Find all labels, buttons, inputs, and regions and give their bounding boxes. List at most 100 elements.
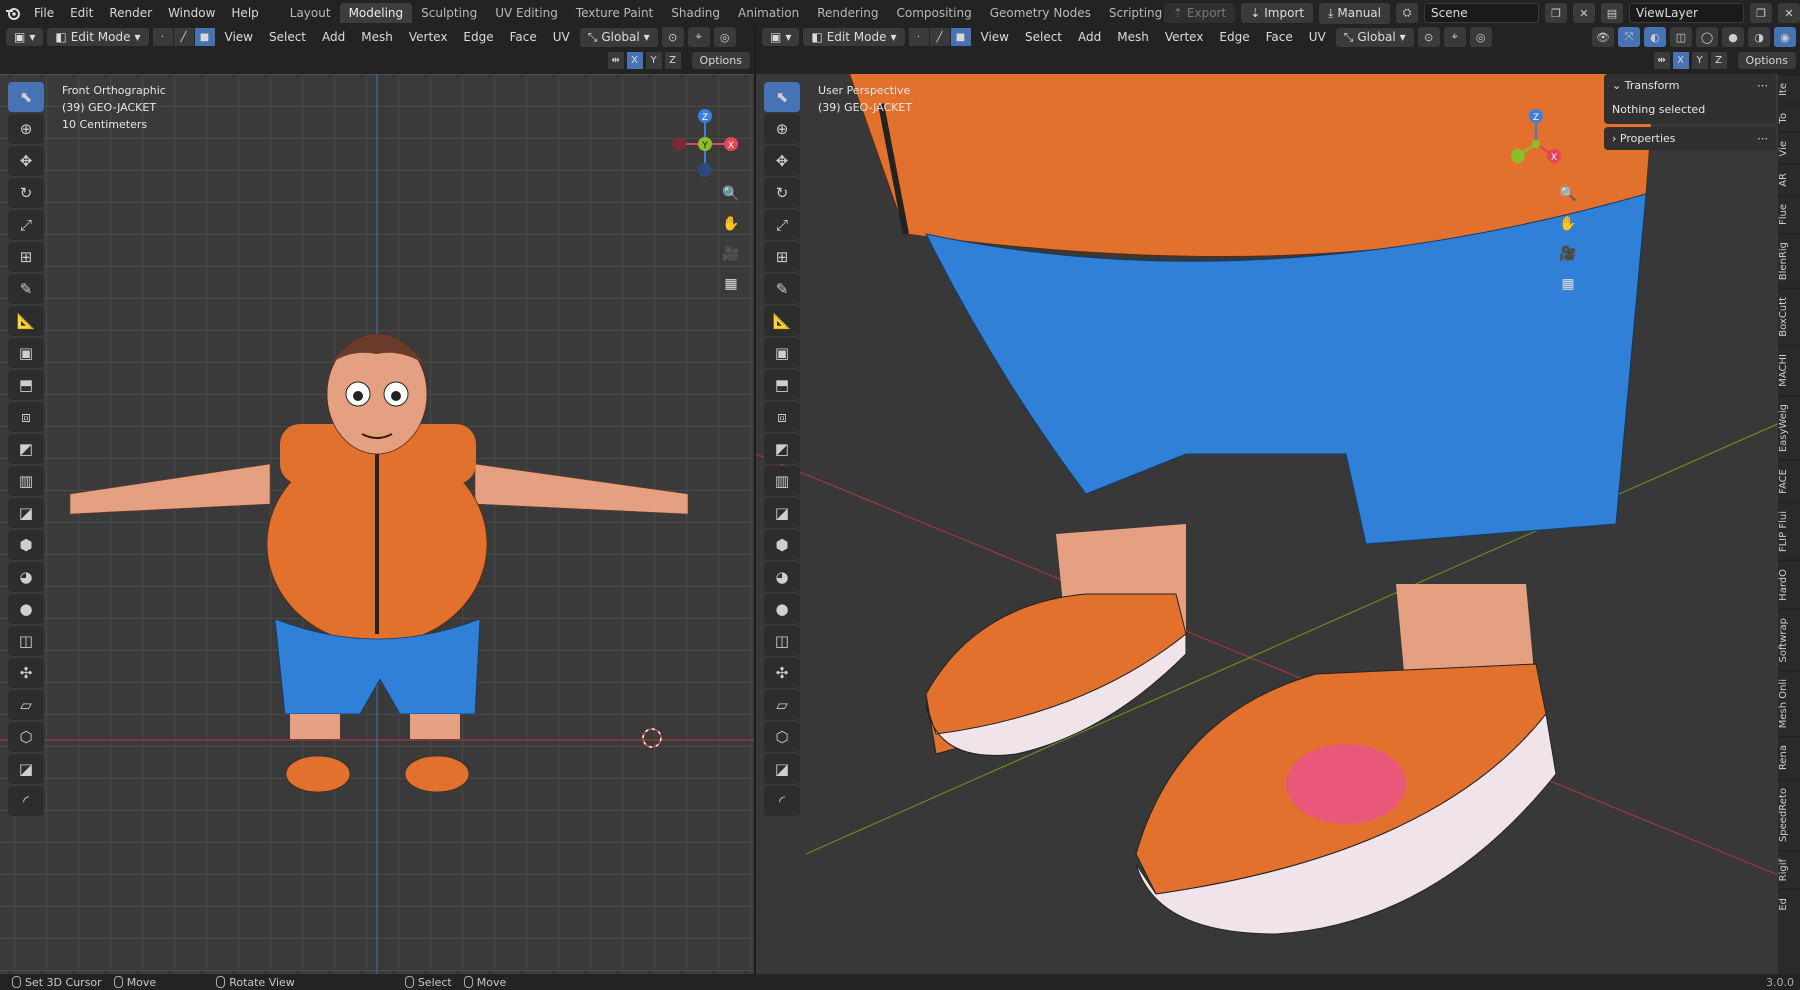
delete-viewlayer-icon[interactable]: ✕ — [1778, 3, 1800, 23]
shear-tool-icon[interactable]: ▱ — [8, 690, 44, 720]
left-menu-select[interactable]: Select — [263, 30, 312, 44]
left-viewport-canvas[interactable]: Front Orthographic (39) GEO-JACKET 10 Ce… — [0, 74, 754, 974]
properties-panel-header[interactable]: › Properties ⋯ — [1604, 127, 1776, 150]
right-axis-y-toggle[interactable]: Y — [1691, 51, 1708, 69]
left-menu-uv[interactable]: UV — [547, 30, 576, 44]
viewlayer-icon[interactable]: ▤ — [1601, 3, 1623, 23]
right-axis-x-toggle[interactable]: X — [1672, 51, 1689, 69]
shear-tool-icon[interactable]: ▱ — [764, 690, 800, 720]
vertex-select-icon[interactable]: · — [908, 28, 929, 46]
cursor-tool-icon[interactable]: ⊕ — [8, 114, 44, 144]
sidebar-tab-face[interactable]: FACE — [1778, 459, 1800, 502]
tab-animation[interactable]: Animation — [729, 3, 808, 23]
snap-icon[interactable]: ⌖ — [1443, 27, 1466, 47]
right-menu-face[interactable]: Face — [1260, 30, 1299, 44]
tab-texture-paint[interactable]: Texture Paint — [567, 3, 662, 23]
sidebar-tab-ar[interactable]: AR — [1778, 164, 1800, 195]
menu-edit[interactable]: Edit — [62, 6, 101, 20]
sidebar-tab-rigify[interactable]: Rigif — [1778, 849, 1800, 889]
tool-extra-2-icon[interactable]: ◜ — [764, 786, 800, 816]
poly-build-tool-icon[interactable]: ⬢ — [764, 530, 800, 560]
tab-modeling[interactable]: Modeling — [339, 3, 413, 23]
spin-tool-icon[interactable]: ◕ — [764, 562, 800, 592]
gizmo-toggle-icon[interactable]: ⤧ — [1618, 27, 1640, 47]
right-navigation-gizmo[interactable]: Z X — [1496, 104, 1576, 184]
menu-file[interactable]: File — [26, 6, 62, 20]
edge-select-icon[interactable]: ╱ — [173, 28, 194, 46]
right-editor-type-button[interactable]: ▣ ▾ — [762, 28, 800, 46]
mirror-icon[interactable]: ⇹ — [607, 51, 624, 69]
menu-help[interactable]: Help — [223, 6, 266, 20]
tab-shading[interactable]: Shading — [662, 3, 729, 23]
tab-uv-editing[interactable]: UV Editing — [486, 3, 567, 23]
inset-tool-icon[interactable]: ⧈ — [764, 402, 800, 432]
add-cube-tool-icon[interactable]: ▣ — [8, 338, 44, 368]
mirror-icon[interactable]: ⇹ — [1653, 51, 1670, 69]
right-viewport-canvas[interactable]: User Perspective (39) GEO-JACKET ⬉ ⊕ ✥ ↻… — [756, 74, 1800, 974]
right-mode-dropdown[interactable]: ◧ Edit Mode ▾ — [803, 28, 905, 46]
visibility-icon[interactable]: 👁 — [1592, 27, 1614, 47]
extrude-tool-icon[interactable]: ⬒ — [764, 370, 800, 400]
copy-scene-icon[interactable]: ❐ — [1545, 3, 1567, 23]
pivot-icon[interactable]: ⊙ — [661, 27, 684, 47]
export-button[interactable]: ⇡ Export — [1163, 3, 1236, 23]
grid-toggle-icon[interactable]: ▦ — [718, 272, 744, 296]
sidebar-tab-rena[interactable]: Rena — [1778, 736, 1800, 779]
transform-tool-icon[interactable]: ⊞ — [764, 242, 800, 272]
xray-toggle-icon[interactable]: ◫ — [1670, 27, 1692, 47]
tab-geometry-nodes[interactable]: Geometry Nodes — [981, 3, 1100, 23]
right-menu-select[interactable]: Select — [1019, 30, 1068, 44]
right-menu-add[interactable]: Add — [1072, 30, 1107, 44]
shrink-fatten-tool-icon[interactable]: ✣ — [8, 658, 44, 688]
sidebar-tab-edit[interactable]: Ed — [1778, 888, 1800, 919]
sidebar-tab-hardops[interactable]: HardO — [1778, 559, 1800, 609]
right-menu-vertex[interactable]: Vertex — [1159, 30, 1210, 44]
zoom-icon[interactable]: 🔍 — [1555, 182, 1581, 206]
sidebar-tab-flue[interactable]: Flue — [1778, 194, 1800, 233]
left-menu-mesh[interactable]: Mesh — [355, 30, 399, 44]
edge-select-icon[interactable]: ╱ — [929, 28, 950, 46]
left-editor-type-button[interactable]: ▣ ▾ — [6, 28, 44, 46]
delete-scene-icon[interactable]: ✕ — [1573, 3, 1595, 23]
proportional-edit-icon[interactable]: ◎ — [1469, 27, 1492, 47]
copy-viewlayer-icon[interactable]: ❐ — [1750, 3, 1772, 23]
left-menu-view[interactable]: View — [219, 30, 259, 44]
select-box-tool-icon[interactable]: ⬉ — [8, 82, 44, 112]
sidebar-tab-boxcutt[interactable]: BoxCutt — [1778, 288, 1800, 345]
pivot-icon[interactable]: ⊙ — [1417, 27, 1440, 47]
import-button[interactable]: ⇣ Import — [1241, 3, 1314, 23]
loop-cut-tool-icon[interactable]: ▥ — [8, 466, 44, 496]
right-options-dropdown[interactable]: Options — [1737, 51, 1796, 69]
proportional-edit-icon[interactable]: ◎ — [713, 27, 736, 47]
shrink-fatten-tool-icon[interactable]: ✣ — [764, 658, 800, 688]
left-menu-face[interactable]: Face — [504, 30, 543, 44]
scale-tool-icon[interactable]: ⤢ — [764, 210, 800, 240]
select-box-tool-icon[interactable]: ⬉ — [764, 82, 800, 112]
sidebar-tab-tool[interactable]: To — [1778, 104, 1800, 132]
pan-hand-icon[interactable]: ✋ — [718, 212, 744, 236]
edge-slide-tool-icon[interactable]: ◫ — [8, 626, 44, 656]
sidebar-tab-speedretopo[interactable]: SpeedReto — [1778, 778, 1800, 850]
camera-icon[interactable]: 🎥 — [1555, 242, 1581, 266]
loop-cut-tool-icon[interactable]: ▥ — [764, 466, 800, 496]
measure-tool-icon[interactable]: 📐 — [8, 306, 44, 336]
tab-layout[interactable]: Layout — [281, 3, 340, 23]
rotate-tool-icon[interactable]: ↻ — [764, 178, 800, 208]
right-menu-edge[interactable]: Edge — [1213, 30, 1255, 44]
perspective-toggle-icon[interactable]: ▦ — [1555, 272, 1581, 296]
sidebar-tab-item[interactable]: Ite — [1778, 74, 1800, 105]
rendered-shading-icon[interactable]: ◉ — [1774, 27, 1796, 47]
scale-tool-icon[interactable]: ⤢ — [8, 210, 44, 240]
sidebar-tab-machi[interactable]: MACHI — [1778, 344, 1800, 395]
wireframe-shading-icon[interactable]: ◯ — [1696, 27, 1718, 47]
pan-hand-icon[interactable]: ✋ — [1555, 212, 1581, 236]
drag-handle-icon[interactable]: ⋯ — [1757, 132, 1768, 145]
right-menu-uv[interactable]: UV — [1303, 30, 1332, 44]
smooth-tool-icon[interactable]: ● — [764, 594, 800, 624]
menu-window[interactable]: Window — [160, 6, 223, 20]
left-menu-edge[interactable]: Edge — [457, 30, 499, 44]
snap-icon[interactable]: ⌖ — [687, 27, 710, 47]
inset-tool-icon[interactable]: ⧈ — [8, 402, 44, 432]
transform-panel-header[interactable]: ⌄ Transform ⋯ — [1604, 74, 1776, 97]
extrude-tool-icon[interactable]: ⬒ — [8, 370, 44, 400]
